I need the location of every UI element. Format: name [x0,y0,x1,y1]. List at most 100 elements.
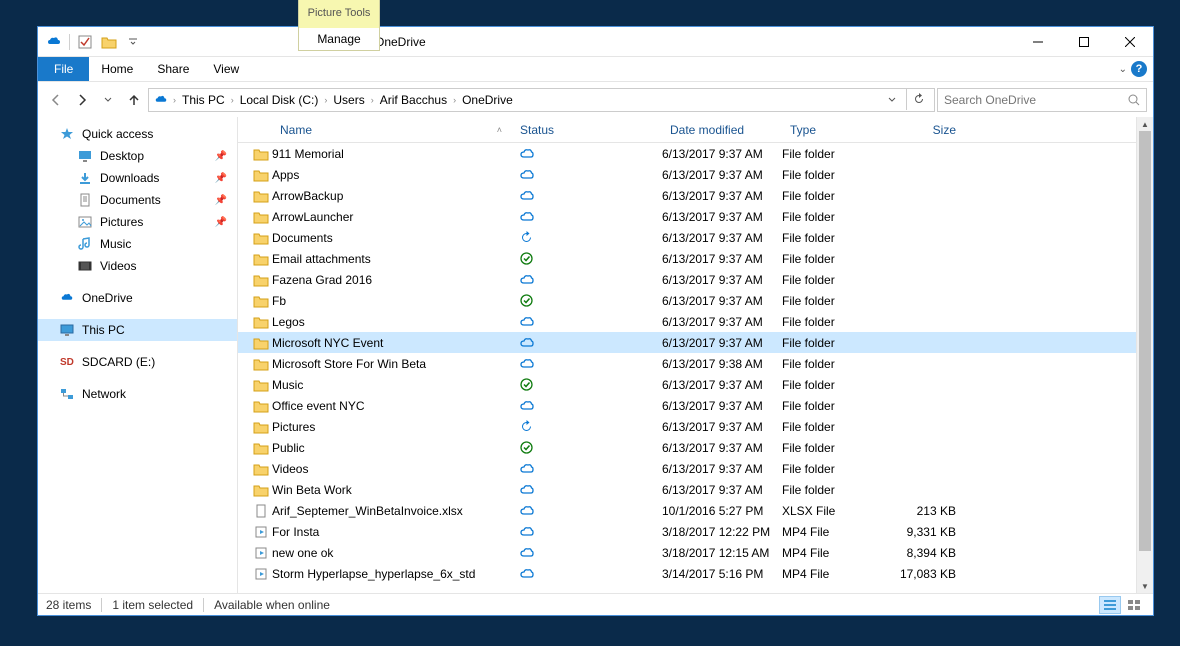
address-dropdown-icon[interactable] [880,88,904,112]
folder-icon [238,147,272,161]
scroll-thumb[interactable] [1139,131,1151,551]
scroll-down-icon[interactable]: ▼ [1137,579,1153,593]
pin-icon: 📌 [215,173,227,184]
view-tab[interactable]: View [201,57,251,81]
table-row[interactable]: ArrowLauncher6/13/2017 9:37 AMFile folde… [238,206,1136,227]
chevron-right-icon[interactable]: › [171,95,178,105]
onedrive-icon [153,92,169,108]
table-row[interactable]: Public6/13/2017 9:37 AMFile folder [238,437,1136,458]
search-box[interactable] [937,88,1147,112]
file-date: 3/14/2017 5:16 PM [662,567,782,581]
search-input[interactable] [944,93,1128,107]
ribbon-expand-icon[interactable]: ⌄ [1119,64,1127,75]
this-pc[interactable]: This PC [38,319,237,341]
table-row[interactable]: Pictures6/13/2017 9:37 AMFile folder [238,416,1136,437]
file-date: 6/13/2017 9:37 AM [662,189,782,203]
breadcrumb[interactable]: OneDrive [460,93,515,107]
table-row[interactable]: For Insta3/18/2017 12:22 PMMP4 File9,331… [238,521,1136,542]
name-header[interactable]: Name˄ [272,123,512,137]
size-header[interactable]: Size [874,123,966,137]
table-row[interactable]: Office event NYC6/13/2017 9:37 AMFile fo… [238,395,1136,416]
sidebar-item-music[interactable]: Music [38,233,237,255]
maximize-button[interactable] [1061,27,1107,56]
status-sync-icon [512,231,662,244]
new-folder-icon[interactable] [97,30,121,54]
sidebar-item-desktop[interactable]: Desktop📌 [38,145,237,167]
search-icon[interactable] [1128,94,1140,106]
table-row[interactable]: Fb6/13/2017 9:37 AMFile folder [238,290,1136,311]
table-row[interactable]: Arif_Septemer_WinBetaInvoice.xlsx10/1/20… [238,500,1136,521]
file-date: 6/13/2017 9:37 AM [662,231,782,245]
sdcard[interactable]: SD SDCARD (E:) [38,351,237,373]
home-tab[interactable]: Home [89,57,145,81]
documents-icon [78,193,92,207]
chevron-right-icon[interactable]: › [229,95,236,105]
chevron-right-icon[interactable]: › [322,95,329,105]
file-name: For Insta [272,525,512,539]
table-row[interactable]: Music6/13/2017 9:37 AMFile folder [238,374,1136,395]
large-icons-view-button[interactable] [1123,596,1145,614]
table-row[interactable]: Storm Hyperlapse_hyperlapse_6x_std3/14/2… [238,563,1136,584]
manage-tab[interactable]: Manage [299,28,379,50]
address-bar[interactable]: › This PC › Local Disk (C:) › Users › Ar… [148,88,935,112]
network[interactable]: Network [38,383,237,405]
status-bar: 28 items 1 item selected Available when … [38,593,1153,615]
table-row[interactable]: 911 Memorial6/13/2017 9:37 AMFile folder [238,143,1136,164]
properties-icon[interactable] [73,30,97,54]
sidebar-item-videos[interactable]: Videos [38,255,237,277]
file-name: Arif_Septemer_WinBetaInvoice.xlsx [272,504,512,518]
table-row[interactable]: Legos6/13/2017 9:37 AMFile folder [238,311,1136,332]
share-tab[interactable]: Share [145,57,201,81]
close-button[interactable] [1107,27,1153,56]
monitor-icon [60,323,74,337]
chevron-right-icon[interactable]: › [369,95,376,105]
table-row[interactable]: Videos6/13/2017 9:37 AMFile folder [238,458,1136,479]
details-view-button[interactable] [1099,596,1121,614]
minimize-button[interactable] [1015,27,1061,56]
table-row[interactable]: ArrowBackup6/13/2017 9:37 AMFile folder [238,185,1136,206]
file-tab[interactable]: File [38,57,89,81]
scroll-up-icon[interactable]: ▲ [1137,117,1153,131]
network-icon [60,387,74,401]
table-row[interactable]: Win Beta Work6/13/2017 9:37 AMFile folde… [238,479,1136,500]
refresh-button[interactable] [906,88,930,110]
breadcrumb[interactable]: Local Disk (C:) [238,93,321,107]
recent-dropdown[interactable] [96,88,120,112]
status-header[interactable]: Status [512,123,662,137]
qat-dropdown-icon[interactable] [121,30,145,54]
table-row[interactable]: Microsoft Store For Win Beta6/13/2017 9:… [238,353,1136,374]
breadcrumb[interactable]: Arif Bacchus [378,93,449,107]
sidebar-item-documents[interactable]: Documents📌 [38,189,237,211]
table-row[interactable]: Email attachments6/13/2017 9:37 AMFile f… [238,248,1136,269]
onedrive-root[interactable]: OneDrive [38,287,237,309]
forward-button[interactable] [70,88,94,112]
breadcrumb[interactable]: This PC [180,93,227,107]
help-icon[interactable]: ? [1131,61,1147,77]
up-button[interactable] [122,88,146,112]
file-name: Microsoft NYC Event [272,336,512,350]
sidebar-item-pictures[interactable]: Pictures📌 [38,211,237,233]
sidebar-item-downloads[interactable]: Downloads📌 [38,167,237,189]
table-row[interactable]: Microsoft NYC Event6/13/2017 9:37 AMFile… [238,332,1136,353]
star-icon [60,127,74,141]
table-row[interactable]: Apps6/13/2017 9:37 AMFile folder [238,164,1136,185]
folder-icon [238,252,272,266]
type-header[interactable]: Type [782,123,874,137]
column-headers: Name˄ Status Date modified Type Size [238,117,1136,143]
table-row[interactable]: new one ok3/18/2017 12:15 AMMP4 File8,39… [238,542,1136,563]
table-row[interactable]: Documents6/13/2017 9:37 AMFile folder [238,227,1136,248]
file-type: File folder [782,378,874,392]
quick-access[interactable]: Quick access [38,123,237,145]
chevron-right-icon[interactable]: › [451,95,458,105]
table-row[interactable]: Fazena Grad 20166/13/2017 9:37 AMFile fo… [238,269,1136,290]
file-type: File folder [782,210,874,224]
file-size: 213 KB [874,504,966,518]
folder-icon [238,210,272,224]
file-name: Microsoft Store For Win Beta [272,357,512,371]
date-header[interactable]: Date modified [662,123,782,137]
breadcrumb[interactable]: Users [331,93,366,107]
vertical-scrollbar[interactable]: ▲ ▼ [1136,117,1153,593]
file-date: 6/13/2017 9:37 AM [662,210,782,224]
status-cloud-icon [512,505,662,517]
back-button[interactable] [44,88,68,112]
